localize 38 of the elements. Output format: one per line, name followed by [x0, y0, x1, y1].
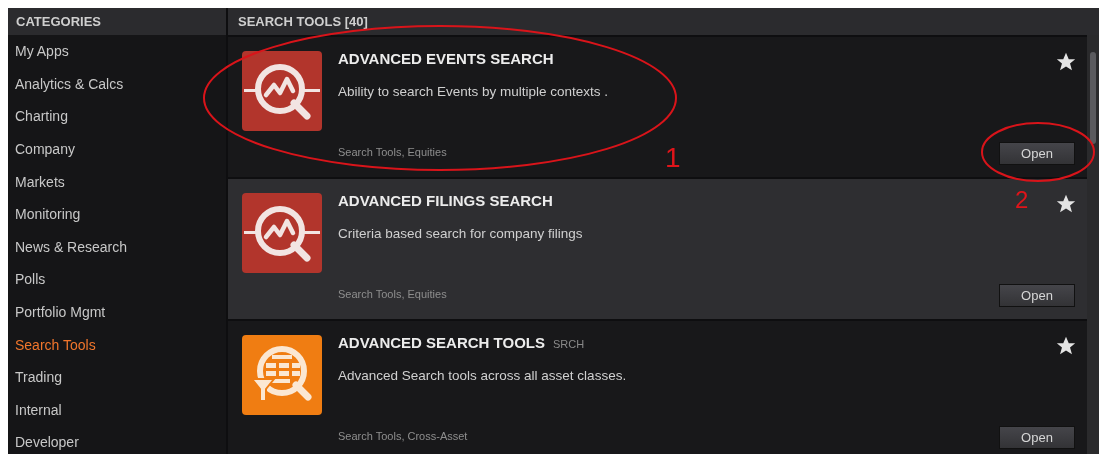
app-description: Criteria based search for company filings — [338, 226, 584, 241]
app-title: ADVANCED FILINGS SEARCH — [338, 192, 553, 209]
category-item[interactable]: My Apps — [15, 43, 69, 60]
category-item[interactable]: Analytics & Calcs — [15, 75, 124, 92]
category-item[interactable]: Monitoring — [15, 206, 81, 223]
annotation-number: 1 — [665, 142, 681, 173]
app-tags: Search Tools, Cross-Asset — [338, 430, 468, 442]
sidebar-title: CATEGORIES — [8, 8, 226, 35]
scrollbar[interactable] — [1087, 35, 1099, 454]
category-item[interactable]: Internal — [15, 401, 62, 418]
open-button[interactable]: Open — [999, 426, 1075, 449]
star-icon[interactable] — [1055, 193, 1077, 215]
app-tags: Search Tools, Equities — [338, 288, 447, 300]
app-title: ADVANCED EVENTS SEARCH — [338, 50, 554, 67]
chart-magnifier-icon — [242, 193, 322, 273]
chart-magnifier-icon — [242, 51, 322, 131]
annotation-number: 2 — [1015, 186, 1029, 213]
category-item[interactable]: Markets — [15, 173, 65, 190]
globe-filter-icon — [242, 335, 322, 415]
category-item[interactable]: Portfolio Mgmt — [15, 304, 106, 321]
app-description: Ability to search Events by multiple contexts . — [338, 84, 610, 99]
app-title: ADVANCED SEARCH TOOLS — [338, 334, 545, 351]
open-button[interactable]: Open — [999, 142, 1075, 165]
app-description: Advanced Search tools across all asset classes. — [338, 368, 628, 383]
app-tags: Search Tools, Equities — [338, 146, 447, 158]
category-item[interactable]: Trading — [15, 369, 62, 386]
open-button[interactable]: Open — [999, 284, 1075, 307]
app-code: SRCH — [552, 338, 585, 350]
category-item[interactable]: News & Research — [15, 238, 128, 255]
category-item[interactable]: Polls — [15, 271, 46, 288]
category-item[interactable]: Company — [15, 141, 75, 158]
category-item[interactable]: Search Tools — [15, 336, 96, 353]
scrollbar-thumb[interactable] — [1090, 52, 1096, 144]
star-icon[interactable] — [1055, 335, 1077, 357]
category-item[interactable]: Charting — [15, 108, 68, 125]
category-item[interactable]: Developer — [15, 434, 79, 451]
star-icon[interactable] — [1055, 51, 1077, 73]
section-title: SEARCH TOOLS [40] — [228, 8, 1099, 35]
